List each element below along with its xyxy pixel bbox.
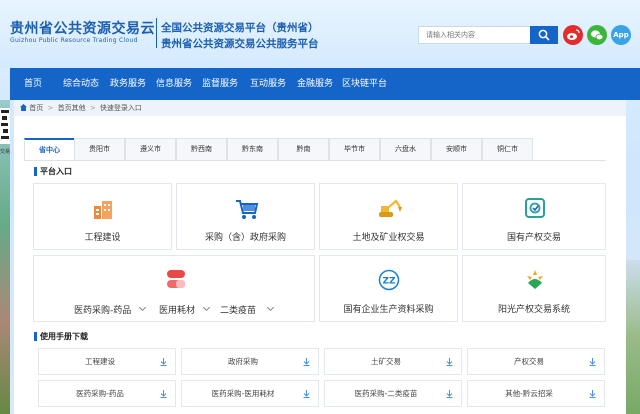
chevron-down-icon[interactable] [138, 303, 147, 312]
property-icon [525, 198, 545, 218]
card-land-mining[interactable]: 土地及矿业权交易 [319, 183, 458, 250]
manual-other-qianyun[interactable]: 其他-黔云招采 [467, 380, 605, 407]
nav-item-info[interactable]: 信息服务 [156, 68, 192, 100]
wechat-icon[interactable] [587, 25, 607, 45]
nav-item-news[interactable]: 综合动态 [63, 68, 99, 100]
nav-item-government[interactable]: 政务服务 [110, 68, 146, 100]
sunshine-icon [527, 270, 543, 289]
manual-government-procurement[interactable]: 政府采购 [181, 348, 319, 375]
breadcrumb-other[interactable]: 首页其他 [58, 104, 86, 112]
download-icon [303, 390, 310, 398]
breadcrumb-current: 快速登录入口 [99, 104, 142, 112]
breadcrumb: 首页 > 首页其他 > 快速登录入口 [14, 100, 626, 116]
chevron-down-icon[interactable] [266, 303, 275, 312]
logo-divider [156, 18, 157, 48]
nav-item-home[interactable]: 首页 [24, 68, 42, 100]
nav-item-blockchain[interactable]: 区块链平台 [342, 68, 387, 100]
svg-text:ZZ: ZZ [382, 277, 396, 287]
tab-qiandongnan[interactable]: 黔东南 [227, 138, 278, 160]
chevron-down-icon[interactable] [202, 303, 211, 312]
card-label: 阳光产权交易系统 [497, 305, 570, 315]
tab-tongren[interactable]: 铜仁市 [482, 138, 533, 160]
card-label: 工程建设 [84, 233, 121, 243]
tab-qiannan[interactable]: 黔南 [278, 138, 329, 160]
site-logo-cn[interactable]: 贵州省公共资源交易云 [10, 18, 155, 38]
main-nav: 首页 综合动态 政务服务 信息服务 监督服务 互动服务 金融服务 区块链平台 [10, 68, 640, 100]
tabs-baseline [24, 160, 606, 161]
card-sunshine-property[interactable]: 阳光产权交易系统 [462, 255, 606, 322]
manual-label: 医药采购-药品 [76, 389, 124, 398]
platform-section-title: 平台入口 [34, 166, 72, 177]
app-icon[interactable]: App [611, 25, 631, 45]
download-icon [589, 390, 596, 398]
download-icon [589, 358, 596, 366]
card-procurement[interactable]: 采购（含）政府采购 [176, 183, 315, 250]
manual-label: 政府采购 [228, 357, 258, 366]
breadcrumb-home[interactable]: 首页 [29, 104, 43, 112]
download-icon [446, 358, 453, 366]
shopping-cart-icon [236, 200, 259, 219]
nav-item-supervision[interactable]: 监督服务 [202, 68, 238, 100]
manual-engineering[interactable]: 工程建设 [38, 348, 176, 375]
pill-icon [167, 270, 185, 288]
card-label: 国有企业生产资料采购 [343, 305, 434, 315]
card-engineering[interactable]: 工程建设 [33, 183, 172, 250]
manual-label: 土矿交易 [371, 357, 401, 366]
tab-guiyang[interactable]: 贵阳市 [74, 138, 125, 160]
card-state-property[interactable]: 国有产权交易 [462, 183, 606, 250]
manual-land-mining[interactable]: 土矿交易 [324, 348, 462, 375]
home-icon [20, 104, 27, 111]
manual-label: 产权交易 [514, 357, 544, 366]
qr-code-icon[interactable] [0, 108, 10, 144]
platform-title-1: 全国公共资源交易平台（贵州省） [161, 22, 319, 34]
manual-label: 医药采购-医用耗材 [211, 389, 275, 398]
search-button[interactable] [530, 26, 558, 44]
weibo-icon[interactable] [563, 25, 583, 45]
card-label: 土地及矿业权交易 [352, 233, 425, 243]
search-icon [538, 29, 550, 41]
platform-title-2: 贵州省公共资源交易公共服务平台 [161, 38, 319, 50]
nav-item-finance[interactable]: 金融服务 [297, 68, 333, 100]
card-label: 国有产权交易 [506, 233, 561, 243]
manual-label: 其他-黔云招采 [505, 389, 553, 398]
manual-section-title: 使用手册下载 [34, 331, 88, 342]
breadcrumb-separator: > [47, 104, 54, 112]
card-soe-materials[interactable]: ZZ 国有企业生产资料采购 [319, 255, 458, 322]
site-header: 贵州省公共资源交易云 Guizhou Public Resource Tradi… [0, 0, 640, 68]
site-logo-en: Guizhou Public Resource Trading Cloud [10, 37, 138, 44]
card-medical-procurement: 医药采购-药品 医用耗材 二类疫苗 [33, 255, 315, 322]
card-label: 采购（含）政府采购 [204, 233, 286, 243]
building-icon [94, 201, 112, 219]
tab-bijie[interactable]: 毕节市 [329, 138, 380, 160]
vaccine-link[interactable]: 二类疫苗 [220, 303, 256, 316]
side-label: 交易 [0, 149, 11, 155]
tab-zunyi[interactable]: 遵义市 [125, 138, 176, 160]
medical-drug-link[interactable]: 医药采购-药品 [74, 303, 131, 316]
search-box [418, 26, 530, 44]
search-input[interactable] [419, 27, 530, 43]
soe-logo-icon: ZZ [378, 269, 400, 291]
breadcrumb-separator: > [89, 104, 96, 112]
manual-medical-vaccine[interactable]: 医药采购-二类疫苗 [324, 380, 462, 407]
tab-qianxinan[interactable]: 黔西南 [176, 138, 227, 160]
manual-medical-drug[interactable]: 医药采购-药品 [38, 380, 176, 407]
manual-label: 工程建设 [85, 357, 115, 366]
tab-anshun[interactable]: 安顺市 [431, 138, 482, 160]
manual-label: 医药采购-二类疫苗 [354, 389, 418, 398]
medical-consumables-link[interactable]: 医用耗材 [159, 303, 195, 316]
download-icon [303, 358, 310, 366]
download-icon [160, 390, 167, 398]
tab-province-center[interactable]: 省中心 [24, 138, 75, 160]
tab-liupanshui[interactable]: 六盘水 [380, 138, 431, 160]
download-icon [446, 390, 453, 398]
manual-property[interactable]: 产权交易 [467, 348, 605, 375]
download-icon [160, 358, 167, 366]
manual-medical-consumables[interactable]: 医药采购-医用耗材 [181, 380, 319, 407]
nav-item-interaction[interactable]: 互动服务 [250, 68, 286, 100]
excavator-icon [379, 199, 402, 217]
